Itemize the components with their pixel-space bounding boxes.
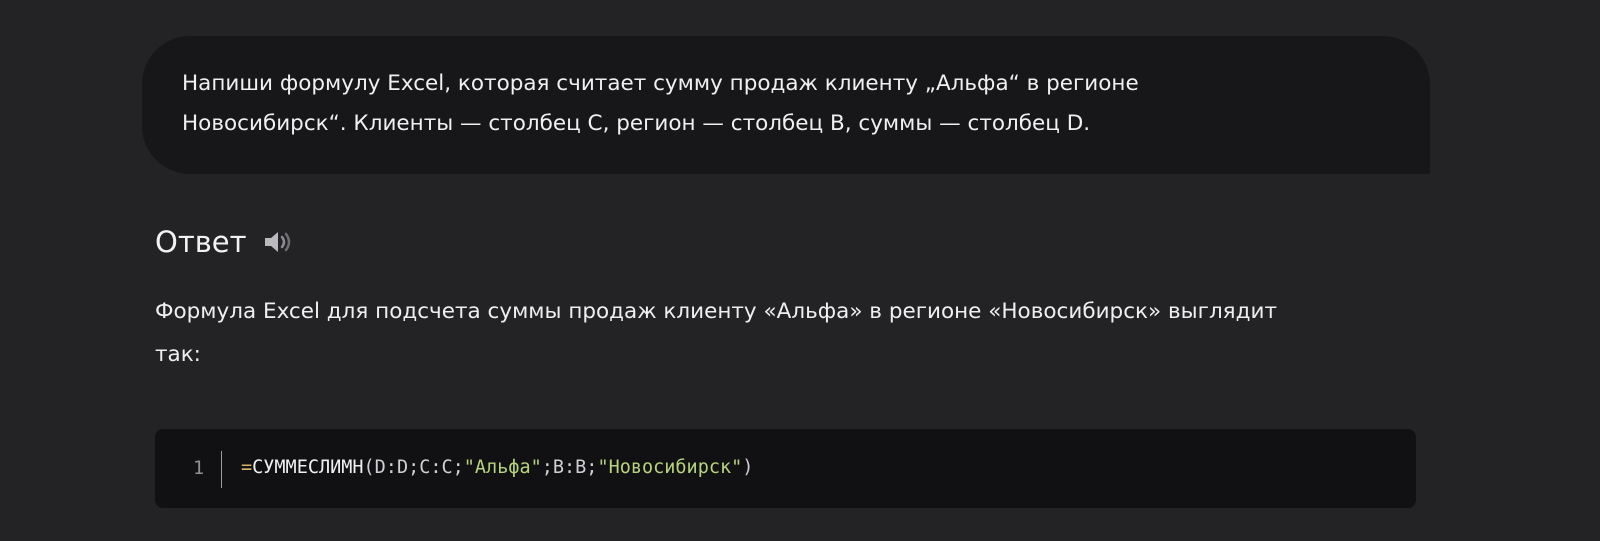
user-message-line-1: Напиши формулу Excel, которая считает су… [182, 71, 1139, 96]
code-token-string-novosibirsk: "Новосибирск" [597, 457, 743, 478]
speaker-icon-svg [264, 232, 290, 252]
code-line-number: 1 [193, 458, 205, 479]
code-token-function: СУММЕСЛИМН [252, 457, 364, 478]
user-message-line-2: Новосибирск“. Клиенты — столбец С, регио… [182, 111, 1091, 136]
user-message-text: Напиши формулу Excel, которая считает су… [182, 64, 1390, 144]
code-line[interactable]: =СУММЕСЛИМН(D:D;C:C;"Альфа";B:B;"Новосиб… [241, 457, 753, 478]
code-token-open-paren: ( [363, 457, 375, 478]
code-token-close-paren: ) [742, 457, 754, 478]
answer-text-line-1: Формула Excel для подсчета суммы продаж … [155, 299, 1277, 324]
answer-text-line-2: так: [155, 342, 201, 367]
code-token-arg2: ;B:B; [541, 457, 598, 478]
speaker-icon[interactable] [263, 228, 297, 256]
answer-text: Формула Excel для подсчета суммы продаж … [155, 290, 1415, 376]
code-token-arg1: D:D;C:C; [374, 457, 464, 478]
answer-heading: Ответ [155, 222, 297, 262]
answer-title: Ответ [155, 225, 247, 259]
code-block[interactable]: 1 =СУММЕСЛИМН(D:D;C:C;"Альфа";B:B;"Новос… [155, 429, 1416, 508]
code-token-string-alfa: "Альфа" [463, 457, 542, 478]
code-gutter-divider [221, 451, 222, 488]
code-token-equals: = [241, 457, 253, 478]
user-message-bubble: Напиши формулу Excel, которая считает су… [142, 36, 1430, 174]
